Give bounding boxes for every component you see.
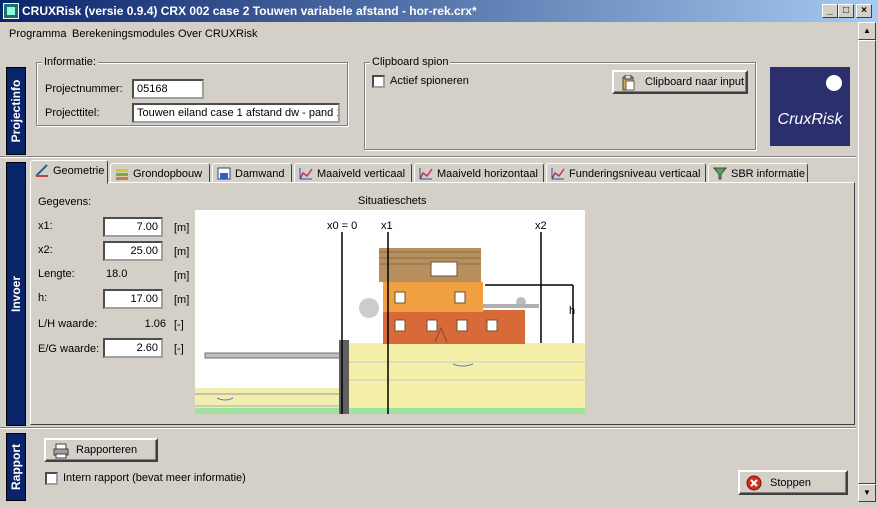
scroll-up-icon[interactable]: ▲ — [858, 22, 876, 40]
scroll-down-icon[interactable]: ▼ — [858, 484, 876, 502]
intern-rapport-label: Intern rapport (bevat meer informatie) — [63, 472, 246, 484]
stoppen-button[interactable]: Stoppen — [738, 470, 848, 495]
tab-grondopbouw[interactable]: Grondopbouw — [110, 163, 210, 183]
x1-label: x1: — [38, 220, 53, 232]
window-title: CRUXRisk (versie 0.9.4) CRX 002 case 2 T… — [22, 4, 477, 18]
tab-funderingsniveau-verticaal[interactable]: Funderingsniveau verticaal — [546, 163, 706, 183]
menu-bar: Programma Berekeningsmodules Over CRUXRi… — [0, 22, 856, 44]
logo-text: CruxRisk — [777, 111, 843, 128]
separator — [0, 156, 856, 158]
x1-field[interactable]: 7.00 — [103, 217, 163, 237]
situatieschets-title: Situatieschets — [358, 195, 427, 207]
side-tab-invoer-label: Invoer — [9, 275, 23, 313]
graph-icon — [419, 168, 433, 180]
projectnummer-field[interactable]: 05168 — [132, 79, 204, 99]
logo-circle — [826, 75, 842, 91]
ruler-icon — [35, 164, 48, 177]
layers-icon — [116, 169, 128, 180]
tab-maaiveld-horizontaal-label: Maaiveld horizontaal — [437, 168, 538, 180]
intern-rapport-checkbox[interactable] — [45, 472, 58, 485]
tab-maaiveld-verticaal-label: Maaiveld verticaal — [317, 168, 406, 180]
projecttitel-field[interactable]: Touwen eiland case 1 afstand dw - pand 1 — [132, 103, 340, 123]
title-bar: CRUXRisk (versie 0.9.4) CRX 002 case 2 T… — [0, 0, 878, 22]
side-tab-invoer: Invoer — [6, 162, 26, 426]
lh-waarde-unit: [-] — [174, 319, 184, 331]
x0-label: x0 = 0 — [327, 220, 357, 232]
tab-sbr-informatie-label: SBR informatie — [731, 168, 805, 180]
clipboard-naar-input-button[interactable]: Clipboard naar input — [612, 70, 748, 94]
h-field[interactable]: 17.00 — [103, 289, 163, 309]
filter-icon — [713, 167, 727, 180]
tab-damwand[interactable]: Damwand — [212, 163, 292, 183]
cruxrisk-logo: CruxRisk — [770, 67, 850, 146]
printer-icon — [53, 443, 69, 459]
side-tab-rapport-label: Rapport — [9, 444, 23, 490]
rapporteren-button[interactable]: Rapporteren — [44, 438, 158, 462]
menu-programma[interactable]: Programma — [9, 28, 66, 40]
x2-unit: [m] — [174, 246, 190, 258]
tab-damwand-label: Damwand — [235, 168, 285, 180]
situation-sketch: x0 = 0 x1 x2 h — [195, 220, 585, 414]
side-tab-projectinfo: Projectinfo — [6, 67, 26, 155]
eg-waarde-unit: [-] — [174, 343, 184, 355]
stoppen-label: Stoppen — [770, 476, 811, 489]
projectnummer-label: Projectnummer: — [45, 83, 123, 95]
x1-sketch-label: x1 — [381, 220, 393, 232]
h-unit: [m] — [174, 294, 190, 306]
tab-grondopbouw-label: Grondopbouw — [133, 168, 203, 180]
lh-waarde-value: 1.06 — [144, 318, 166, 330]
lengte-label: Lengte: — [38, 268, 75, 280]
scroll-thumb[interactable] — [858, 40, 876, 484]
clipboard-legend: Clipboard spion — [370, 56, 451, 68]
x2-field[interactable]: 25.00 — [103, 241, 163, 261]
graph-icon — [299, 168, 313, 180]
tab-maaiveld-horizontaal[interactable]: Maaiveld horizontaal — [414, 163, 544, 183]
vertical-scrollbar[interactable]: ▲ ▼ — [858, 22, 876, 502]
maximize-button[interactable]: □ — [838, 4, 854, 18]
tab-sbr-informatie[interactable]: SBR informatie — [708, 163, 808, 183]
x1-unit: [m] — [174, 222, 190, 234]
x2-label: x2: — [38, 244, 53, 256]
rapporteren-label: Rapporteren — [76, 444, 138, 456]
clipboard-icon — [622, 75, 635, 91]
minimize-button[interactable]: _ — [822, 4, 838, 18]
close-button[interactable]: × — [856, 4, 872, 18]
eg-waarde-label: E/G waarde: — [38, 343, 100, 355]
gegevens-title: Gegevens: — [38, 196, 92, 208]
stop-icon — [746, 475, 762, 491]
side-tab-projectinfo-label: Projectinfo — [9, 79, 23, 143]
menu-over-cruxrisk[interactable]: Over CRUXRisk — [178, 28, 257, 40]
clipboard-naar-input-label: Clipboard naar input — [645, 76, 745, 88]
actief-spioneren-label: Actief spioneren — [390, 75, 469, 87]
lengte-unit: [m] — [174, 270, 190, 282]
h-label: h: — [38, 292, 48, 304]
tab-maaiveld-verticaal[interactable]: Maaiveld verticaal — [294, 163, 412, 183]
h-sketch-label: h — [569, 305, 575, 317]
x2-sketch-label: x2 — [535, 220, 547, 232]
lh-waarde-label: L/H waarde: — [38, 318, 98, 330]
separator — [0, 427, 856, 429]
projecttitel-label: Projecttitel: — [45, 107, 100, 119]
app-icon[interactable] — [3, 3, 19, 19]
actief-spioneren-checkbox[interactable] — [372, 75, 385, 88]
lengte-value: 18.0 — [106, 268, 128, 280]
wall-icon — [217, 167, 231, 180]
graph-icon — [551, 168, 565, 180]
tab-funderingsniveau-verticaal-label: Funderingsniveau verticaal — [569, 168, 701, 180]
informatie-legend: Informatie: — [42, 56, 98, 68]
situatieschets-image: x0 = 0 x1 x2 h — [195, 210, 585, 414]
menu-berekeningsmodules[interactable]: Berekeningsmodules — [72, 28, 175, 40]
side-tab-rapport: Rapport — [6, 433, 26, 501]
eg-waarde-field[interactable]: 2.60 — [103, 338, 163, 358]
tab-geometrie[interactable]: Geometrie — [30, 160, 108, 184]
tab-geometrie-label: Geometrie — [53, 165, 105, 177]
